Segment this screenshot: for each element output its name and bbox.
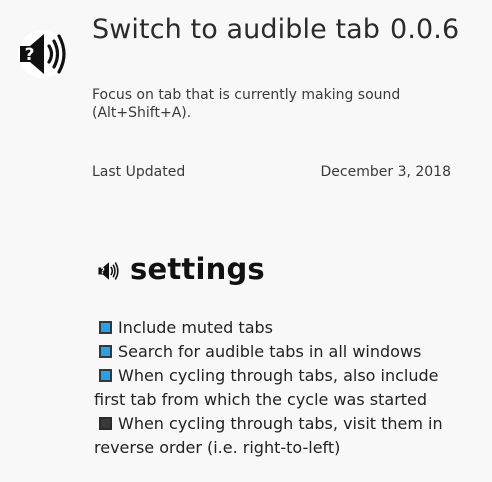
option-include-first-tab: When cycling through tabs, also include … xyxy=(94,364,470,412)
speaker-question-icon: ? xyxy=(18,30,66,78)
all-windows-checkbox[interactable] xyxy=(99,345,112,358)
extension-title: Switch to audible tab 0.0.6 xyxy=(92,14,459,45)
option-include-muted: Include muted tabs xyxy=(94,316,470,340)
option-all-windows: Search for audible tabs in all windows xyxy=(94,340,470,364)
settings-heading: settings xyxy=(130,252,265,286)
option-label: When cycling through tabs, visit them in… xyxy=(94,414,443,457)
svg-text:?: ? xyxy=(25,45,35,65)
option-label: Include muted tabs xyxy=(118,318,273,337)
option-label: Search for audible tabs in all windows xyxy=(118,342,422,361)
settings-header: ? settings xyxy=(96,252,265,286)
settings-options: Include muted tabs Search for audible ta… xyxy=(94,316,470,460)
svg-text:?: ? xyxy=(100,267,104,276)
option-label: When cycling through tabs, also include … xyxy=(94,366,439,409)
speaker-question-icon: ? xyxy=(98,262,119,280)
last-updated-value: December 3, 2018 xyxy=(320,164,451,180)
option-reverse-order: When cycling through tabs, visit them in… xyxy=(94,412,470,460)
last-updated-label: Last Updated xyxy=(92,164,186,180)
include-first-tab-checkbox[interactable] xyxy=(99,369,112,382)
extension-version: 0.0.6 xyxy=(390,14,460,45)
extension-description: Focus on tab that is currently making so… xyxy=(92,87,401,121)
extension-name: Switch to audible tab xyxy=(92,14,381,45)
include-muted-checkbox[interactable] xyxy=(99,321,112,334)
reverse-order-checkbox[interactable] xyxy=(99,417,112,430)
